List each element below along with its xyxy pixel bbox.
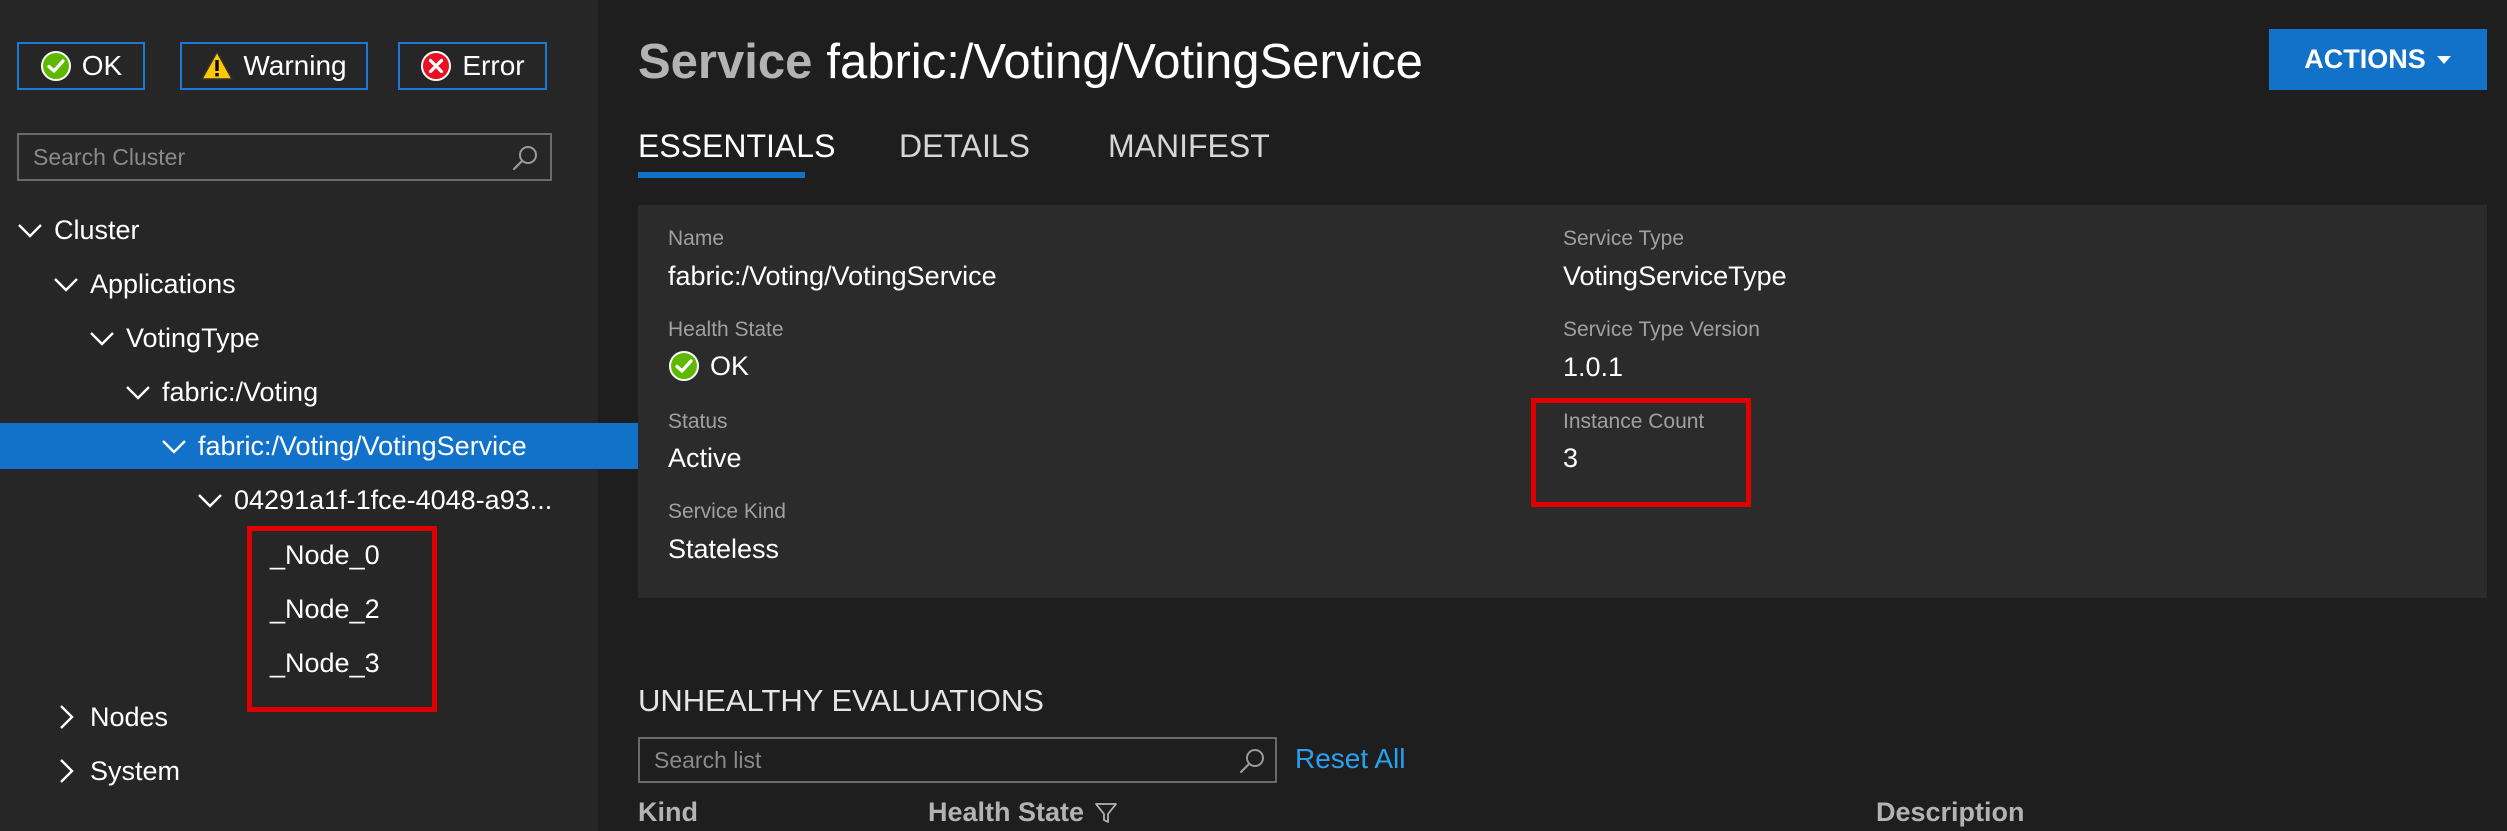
actions-button[interactable]: ACTIONS xyxy=(2269,29,2487,90)
ok-status-icon xyxy=(40,51,71,81)
health-state-value: OK xyxy=(668,350,749,382)
caret-down-icon xyxy=(2436,55,2451,64)
error-filter-button[interactable]: Error xyxy=(398,42,547,90)
tree-label-voting-service: fabric:/Voting/VotingService xyxy=(198,430,527,461)
service-type-version-value: 1.0.1 xyxy=(1563,352,1624,382)
chevron-down-icon[interactable] xyxy=(52,270,80,298)
search-icon[interactable] xyxy=(510,143,540,173)
tab-essentials[interactable]: ESSENTIALS xyxy=(638,128,835,165)
chevron-down-icon[interactable] xyxy=(196,486,224,514)
chevron-down-icon[interactable] xyxy=(124,378,152,406)
service-type-label: Service Type xyxy=(1563,227,1685,250)
warning-filter-button[interactable]: Warning xyxy=(180,42,368,90)
service-kind-value: Stateless xyxy=(668,534,780,564)
name-value: fabric:/Voting/VotingService xyxy=(668,261,997,291)
cluster-search-box xyxy=(17,133,552,181)
column-header-kind[interactable]: Kind xyxy=(638,797,698,828)
nodes-highlight-box xyxy=(247,526,437,712)
reset-all-link[interactable]: Reset All xyxy=(1295,743,1406,775)
chevron-down-icon[interactable] xyxy=(160,432,188,460)
tree-item-voting-app[interactable]: fabric:/Voting xyxy=(0,369,722,415)
page-title: Service fabric:/Voting/VotingService xyxy=(638,34,1423,90)
ok-filter-label: OK xyxy=(81,50,123,81)
tree-label-applications: Applications xyxy=(90,268,236,299)
tree-label-cluster: Cluster xyxy=(54,214,140,245)
tab-manifest[interactable]: MANIFEST xyxy=(1108,128,1270,165)
page-title-name: fabric:/Voting/VotingService xyxy=(826,35,1423,89)
status-label: Status xyxy=(668,410,728,433)
warning-triangle-icon xyxy=(201,51,234,80)
chevron-right-icon[interactable] xyxy=(52,757,80,785)
chevron-right-icon[interactable] xyxy=(52,703,80,731)
ok-status-icon xyxy=(669,351,699,381)
service-kind-label: Service Kind xyxy=(668,500,786,523)
cluster-search-input[interactable] xyxy=(19,135,503,179)
tree-item-nodes[interactable]: Nodes xyxy=(0,694,650,740)
service-type-version-label: Service Type Version xyxy=(1563,318,1760,341)
health-state-label: Health State xyxy=(668,318,784,341)
chevron-down-icon[interactable] xyxy=(88,324,116,352)
unhealthy-evaluations-title: UNHEALTHY EVALUATIONS xyxy=(638,683,1044,718)
error-x-icon xyxy=(421,51,452,81)
ok-filter-button[interactable]: OK xyxy=(17,42,145,90)
status-value: Active xyxy=(668,443,742,473)
tree-item-voting-type[interactable]: VotingType xyxy=(0,315,686,361)
tree-item-cluster[interactable]: Cluster xyxy=(0,207,614,253)
tree-label-nodes: Nodes xyxy=(90,701,169,732)
page-title-kind: Service xyxy=(638,35,813,89)
list-search-box xyxy=(638,737,1277,783)
list-search-input[interactable] xyxy=(640,739,1224,781)
search-icon[interactable] xyxy=(1237,746,1267,776)
active-tab-indicator xyxy=(638,172,805,178)
filter-funnel-icon[interactable] xyxy=(1094,801,1118,825)
column-header-health-state-label: Health State xyxy=(928,797,1085,827)
tree-label-voting-type: VotingType xyxy=(126,322,260,353)
tree-item-system[interactable]: System xyxy=(0,748,650,794)
tree-label-partition: 04291a1f-1fce-4048-a93... xyxy=(234,484,553,515)
column-header-description[interactable]: Description xyxy=(1876,797,2025,828)
tab-details[interactable]: DETAILS xyxy=(899,128,1030,165)
sidebar: OK Warning Error Cluster Applications xyxy=(0,0,758,831)
warning-filter-label: Warning xyxy=(243,50,347,81)
column-header-health-state[interactable]: Health State xyxy=(928,797,1118,828)
health-state-text: OK xyxy=(710,350,750,381)
tree-label-system: System xyxy=(90,755,181,786)
instance-count-highlight-box xyxy=(1531,398,1751,507)
column-header-kind-label: Kind xyxy=(638,797,698,827)
actions-label: ACTIONS xyxy=(2304,44,2426,74)
chevron-down-icon[interactable] xyxy=(16,216,44,244)
name-label: Name xyxy=(668,227,725,250)
column-header-description-label: Description xyxy=(1876,797,2025,827)
tree-item-applications[interactable]: Applications xyxy=(0,261,650,307)
tree-label-voting-app: fabric:/Voting xyxy=(162,376,319,407)
error-filter-label: Error xyxy=(462,50,525,81)
service-type-value: VotingServiceType xyxy=(1563,261,1787,291)
